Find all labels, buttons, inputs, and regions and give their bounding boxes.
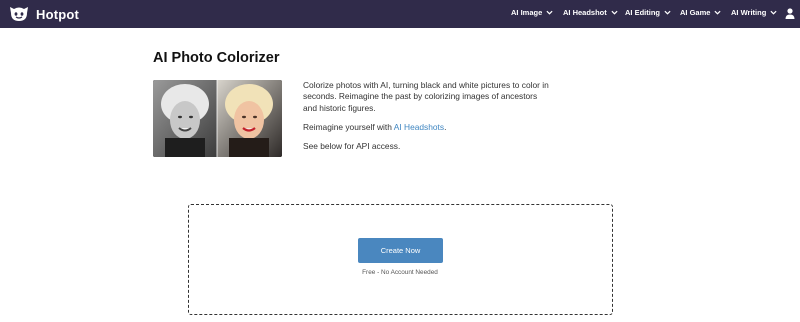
free-note-text: Free - No Account Needed [362, 269, 438, 276]
user-icon[interactable] [785, 8, 795, 19]
ai-headshots-link[interactable]: AI Headshots [394, 122, 444, 132]
nav-ai-headshot-label: AI Headshot [563, 8, 607, 17]
brand-name: Hotpot [36, 6, 80, 22]
description-text: Colorize photos with AI, turning black a… [303, 80, 549, 113]
nav-ai-writing[interactable]: AI Writing [731, 8, 777, 17]
page-title: AI Photo Colorizer [153, 50, 280, 66]
chevron-down-icon [770, 10, 777, 15]
nav-ai-editing[interactable]: AI Editing [625, 8, 671, 17]
nav-ai-image[interactable]: AI Image [511, 8, 553, 17]
headshots-promo-suffix: . [444, 122, 447, 132]
nav-ai-headshot[interactable]: AI Headshot [563, 8, 618, 17]
create-now-button[interactable]: Create Now [358, 238, 443, 263]
before-after-photo-icon [153, 80, 282, 157]
headshots-promo-text: Reimagine yourself with AI Headshots. [303, 122, 553, 133]
top-navbar: Hotpot AI Image AI Headshot AI Editing A… [0, 0, 800, 28]
nav-ai-game[interactable]: AI Game [680, 8, 721, 17]
chevron-down-icon [546, 10, 553, 15]
chevron-down-icon [611, 10, 618, 15]
nav-ai-writing-label: AI Writing [731, 8, 767, 17]
brand[interactable]: Hotpot [8, 4, 79, 24]
before-after-image [153, 80, 282, 157]
hotpot-logo-icon [10, 7, 28, 21]
headshots-promo-prefix: Reimagine yourself with [303, 122, 394, 132]
nav-ai-game-label: AI Game [680, 8, 711, 17]
chevron-down-icon [664, 10, 671, 15]
chevron-down-icon [714, 10, 721, 15]
api-access-text: See below for API access. [303, 141, 401, 151]
nav-ai-editing-label: AI Editing [625, 8, 660, 17]
nav-ai-image-label: AI Image [511, 8, 543, 17]
